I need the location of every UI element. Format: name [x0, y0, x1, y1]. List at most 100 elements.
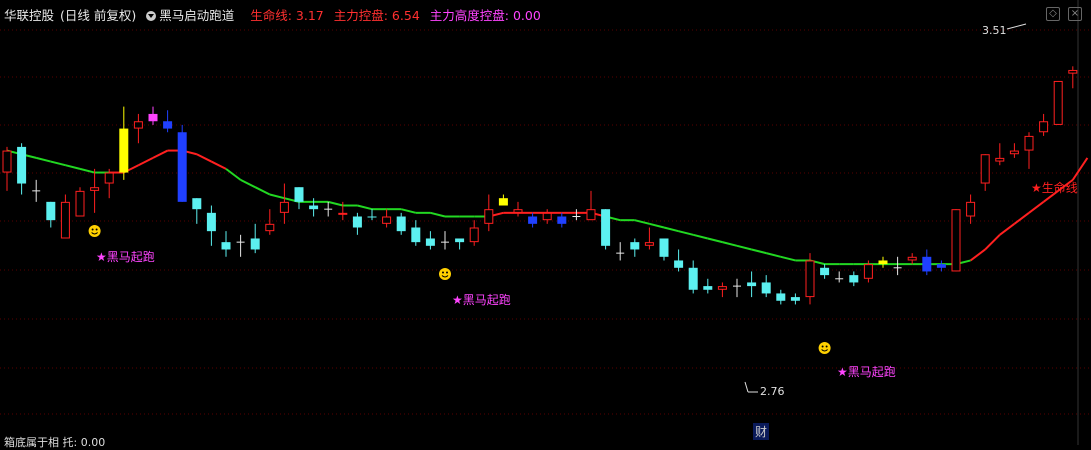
high-control-value: 主力高度控盘: 0.00	[429, 8, 541, 23]
expand-icon[interactable]: ◇	[1046, 7, 1060, 21]
candle-body	[90, 187, 100, 191]
lifeline-segment	[50, 160, 66, 167]
dropdown-icon[interactable]	[146, 11, 157, 21]
lifeline-segment	[649, 222, 665, 229]
candle-body	[484, 209, 494, 224]
smiley-icon	[439, 268, 451, 280]
candle-body	[995, 157, 1005, 162]
candle-body	[425, 238, 435, 246]
candle-body	[192, 198, 202, 210]
candle-body	[878, 260, 888, 265]
candle-body	[455, 238, 465, 243]
candle-body	[907, 256, 917, 261]
lifeline-segment	[269, 193, 285, 200]
candle-body	[60, 201, 70, 239]
candle-body	[688, 267, 698, 290]
lifeline-segment	[1028, 201, 1045, 214]
period-label: (日线 前复权)	[60, 8, 137, 23]
candle-body	[1024, 135, 1034, 151]
candle-body	[177, 132, 187, 202]
high-price-label: 3.51	[982, 24, 1007, 37]
low-price-label: 2.76	[760, 385, 785, 398]
lifeline-segment	[430, 211, 446, 218]
low-arrow	[744, 381, 749, 393]
candle-body	[309, 205, 319, 210]
candle-body	[586, 209, 596, 221]
candle-body	[966, 201, 976, 217]
lifeline-segment	[152, 149, 169, 159]
lifeline-segment	[634, 219, 650, 225]
candle-body	[542, 212, 552, 221]
candle-body	[936, 264, 946, 268]
candle-body	[119, 128, 129, 173]
candle-body	[776, 293, 786, 301]
candle-body	[1039, 121, 1049, 133]
lifeline-segment	[35, 156, 52, 163]
candle-body	[206, 212, 216, 232]
smiley-eye	[91, 228, 94, 231]
candle-body	[148, 113, 158, 122]
stock-title: 华联控股	[4, 8, 55, 23]
candle-body	[338, 212, 348, 215]
candle-body	[17, 146, 27, 184]
lifeline-segment	[678, 230, 694, 236]
lifeline-segment	[1013, 212, 1030, 225]
candle-body	[820, 267, 830, 276]
candle-body	[1068, 69, 1078, 74]
candle-body	[367, 216, 377, 218]
candle-body	[659, 238, 669, 257]
high-arrow	[1006, 23, 1027, 30]
financial-marker[interactable]: 财	[753, 423, 770, 440]
candle-body	[674, 260, 684, 268]
candlestick-chart[interactable]: ★黑马起跑 ★黑马起跑 ★黑马起跑 ★生命线 3.51 2.76	[0, 0, 1091, 445]
lifeline-segment	[765, 252, 782, 258]
candle-body	[717, 286, 727, 290]
smiley-eye	[446, 271, 448, 274]
lifeline-segment	[722, 241, 738, 247]
candle-body	[396, 216, 406, 232]
close-icon[interactable]: ×	[1068, 7, 1082, 21]
lifeline-segment	[137, 156, 154, 167]
candle-body	[951, 209, 961, 272]
candle-body	[46, 201, 56, 221]
candle-body	[352, 216, 362, 228]
lifeline-segment	[736, 244, 752, 251]
smiley-eye	[825, 345, 828, 348]
candle-body	[630, 242, 640, 250]
lifeline-segment	[225, 168, 242, 181]
candle-body	[382, 216, 392, 224]
candle-body	[104, 172, 114, 184]
lifeline-segment	[751, 248, 767, 255]
lifeline-segment	[210, 160, 227, 170]
candle-body	[2, 150, 12, 173]
lifeline-segment	[240, 178, 256, 189]
candle-body	[601, 209, 611, 246]
candle-body	[849, 275, 859, 283]
control-value: 主力控盘: 6.54	[333, 8, 420, 23]
lifeline-value: 生命线: 3.17	[250, 8, 324, 23]
candle-body	[163, 121, 173, 129]
lifeline-segment	[663, 226, 679, 233]
candle-body	[411, 227, 421, 243]
lifeline-segment	[969, 248, 986, 262]
lifeline-segment	[65, 164, 81, 170]
candle-body	[294, 187, 304, 202]
candle-body	[133, 121, 143, 129]
indicator-name[interactable]: 黑马启动跑道	[146, 8, 240, 23]
candle-body	[747, 282, 757, 287]
candle-body	[221, 242, 231, 250]
candle-body	[250, 238, 260, 250]
lifeline-segment	[79, 167, 95, 174]
smiley-icon	[88, 225, 101, 237]
lifeline-segment	[780, 255, 796, 262]
signal-label: ★黑马起跑	[96, 250, 155, 264]
lifeline-segment	[707, 237, 723, 244]
candle-body	[75, 190, 85, 217]
candle-body	[279, 201, 289, 213]
lifeline-segment	[357, 204, 373, 211]
bottom-indicator: 箱底属于相 托: 0.00	[4, 436, 106, 449]
candle-body	[980, 154, 990, 184]
lifeline-segment	[196, 153, 212, 163]
lifeline-segment	[692, 233, 709, 240]
candle-body	[469, 227, 479, 243]
